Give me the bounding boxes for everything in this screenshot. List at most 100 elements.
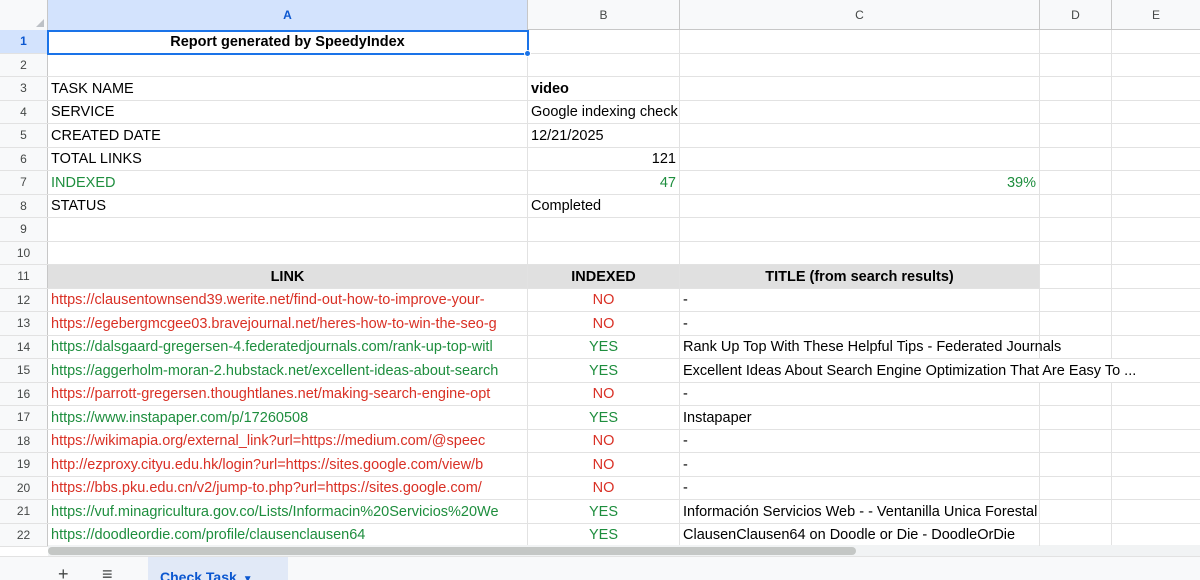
cell[interactable]: [1112, 101, 1200, 124]
cell[interactable]: [1112, 500, 1200, 523]
title-cell[interactable]: -: [680, 312, 1040, 335]
column-header-c[interactable]: C: [680, 0, 1040, 30]
cell[interactable]: [1040, 171, 1112, 194]
cell[interactable]: [1112, 524, 1200, 547]
cell[interactable]: [1040, 265, 1112, 288]
report-title-cell[interactable]: Report generated by SpeedyIndex: [48, 30, 528, 53]
created-date-value[interactable]: 12/21/2025: [528, 124, 680, 147]
link-cell[interactable]: https://dalsgaard-gregersen-4.federatedj…: [48, 335, 528, 358]
title-cell[interactable]: -: [680, 453, 1040, 476]
indexed-cell[interactable]: YES: [528, 406, 680, 429]
cell[interactable]: [1112, 171, 1200, 194]
row-header[interactable]: 12: [0, 288, 48, 311]
cell[interactable]: [1040, 429, 1112, 452]
indexed-cell[interactable]: NO: [528, 429, 680, 452]
cell[interactable]: [1112, 195, 1200, 218]
fill-handle[interactable]: [524, 50, 531, 57]
title-cell[interactable]: Excellent Ideas About Search Engine Opti…: [680, 359, 1200, 382]
indexed-cell[interactable]: NO: [528, 382, 680, 405]
link-cell[interactable]: https://wikimapia.org/external_link?url=…: [48, 429, 528, 452]
title-cell[interactable]: Instapaper: [680, 406, 1040, 429]
cell[interactable]: [1112, 54, 1200, 77]
link-cell[interactable]: https://aggerholm-moran-2.hubstack.net/e…: [48, 359, 528, 382]
row-header[interactable]: 20: [0, 476, 48, 499]
row-header[interactable]: 10: [0, 241, 48, 264]
row-header[interactable]: 18: [0, 429, 48, 452]
link-cell[interactable]: https://clausentownsend39.werite.net/fin…: [48, 288, 528, 311]
select-all-corner[interactable]: [0, 0, 48, 30]
horizontal-scrollbar[interactable]: [48, 545, 1200, 556]
row-header[interactable]: 22: [0, 523, 48, 546]
row-header[interactable]: 7: [0, 171, 48, 194]
cell[interactable]: [1040, 218, 1112, 241]
title-cell[interactable]: -: [680, 382, 1040, 405]
title-column-header[interactable]: TITLE (from search results): [680, 265, 1040, 288]
total-links-value[interactable]: 121: [528, 147, 680, 170]
title-cell[interactable]: ClausenClausen64 on Doodle or Die - Dood…: [680, 523, 1040, 546]
title-cell[interactable]: -: [680, 476, 1040, 499]
cell[interactable]: [1040, 406, 1112, 429]
cell[interactable]: [680, 30, 1040, 53]
add-sheet-icon[interactable]: +: [58, 565, 69, 580]
link-cell[interactable]: https://www.instapaper.com/p/17260508: [48, 406, 528, 429]
indexed-label[interactable]: INDEXED: [48, 171, 528, 194]
title-cell[interactable]: Rank Up Top With These Helpful Tips - Fe…: [680, 335, 1061, 358]
cell[interactable]: [48, 241, 528, 264]
cell[interactable]: [1040, 312, 1112, 335]
cell[interactable]: [1112, 218, 1200, 241]
cell[interactable]: [1112, 30, 1200, 53]
column-header-a[interactable]: A: [48, 0, 528, 30]
link-cell[interactable]: http://ezproxy.cityu.edu.hk/login?url=ht…: [48, 453, 528, 476]
cell[interactable]: [1040, 53, 1112, 76]
cell[interactable]: [1040, 476, 1112, 499]
created-date-label[interactable]: CREATED DATE: [48, 124, 528, 147]
indexed-percent[interactable]: 39%: [680, 171, 1040, 194]
cell[interactable]: [1112, 477, 1200, 500]
cell[interactable]: [1040, 30, 1112, 53]
indexed-cell[interactable]: NO: [528, 288, 680, 311]
indexed-cell[interactable]: NO: [528, 312, 680, 335]
row-header[interactable]: 8: [0, 194, 48, 217]
title-cell[interactable]: -: [680, 288, 1040, 311]
row-header[interactable]: 15: [0, 359, 48, 382]
cell[interactable]: [48, 218, 528, 241]
indexed-cell[interactable]: NO: [528, 476, 680, 499]
cell[interactable]: [1112, 242, 1200, 265]
spreadsheet-grid[interactable]: A B C D E 1 Report generated by SpeedyIn…: [0, 0, 1200, 556]
cell[interactable]: [528, 53, 680, 76]
cell[interactable]: [680, 53, 1040, 76]
indexed-cell[interactable]: YES: [528, 523, 680, 546]
cell[interactable]: [1112, 124, 1200, 147]
row-header[interactable]: 11: [0, 265, 48, 288]
row-header[interactable]: 2: [0, 53, 48, 76]
cell[interactable]: [528, 218, 680, 241]
link-cell[interactable]: https://bbs.pku.edu.cn/v2/jump-to.php?ur…: [48, 476, 528, 499]
row-header[interactable]: 14: [0, 335, 48, 358]
link-cell[interactable]: https://parrott-gregersen.thoughtlanes.n…: [48, 382, 528, 405]
service-value[interactable]: Google indexing check: [528, 100, 680, 123]
cell[interactable]: [1112, 265, 1200, 288]
row-header[interactable]: 21: [0, 500, 48, 523]
row-header[interactable]: 17: [0, 406, 48, 429]
row-header[interactable]: 19: [0, 453, 48, 476]
indexed-cell[interactable]: YES: [528, 335, 680, 358]
cell[interactable]: [1112, 312, 1200, 335]
cell[interactable]: [48, 53, 528, 76]
task-name-value[interactable]: video: [528, 77, 680, 100]
scrollbar-thumb[interactable]: [48, 547, 856, 555]
cell[interactable]: [680, 100, 1040, 123]
link-column-header[interactable]: LINK: [48, 265, 528, 288]
cell[interactable]: [1112, 289, 1200, 312]
column-header-d[interactable]: D: [1040, 0, 1112, 30]
row-header[interactable]: 13: [0, 312, 48, 335]
cell[interactable]: [680, 194, 1040, 217]
link-cell[interactable]: https://vuf.minagricultura.gov.co/Lists/…: [48, 500, 528, 523]
cell[interactable]: [1040, 382, 1112, 405]
row-header[interactable]: 9: [0, 218, 48, 241]
service-label[interactable]: SERVICE: [48, 100, 528, 123]
cell[interactable]: [1040, 523, 1112, 546]
status-label[interactable]: STATUS: [48, 194, 528, 217]
cell[interactable]: [1112, 406, 1200, 429]
cell[interactable]: [680, 241, 1040, 264]
row-header[interactable]: 6: [0, 147, 48, 170]
